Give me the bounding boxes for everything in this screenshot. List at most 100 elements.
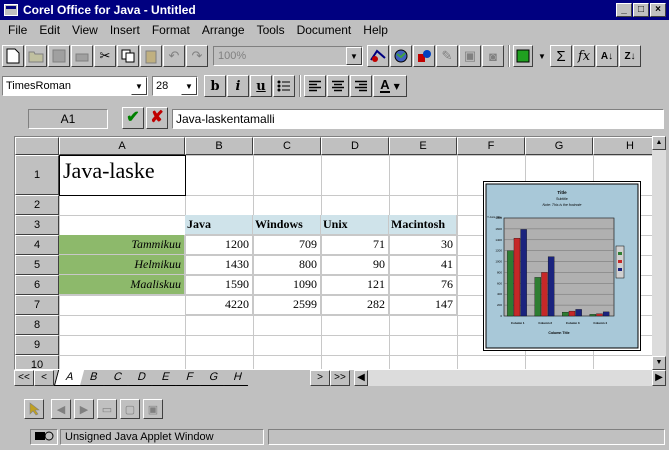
copy-icon[interactable] bbox=[117, 45, 139, 67]
cell-c5[interactable]: 800 bbox=[253, 255, 321, 275]
bullet-list-icon[interactable] bbox=[273, 75, 295, 97]
spreadsheet-grid[interactable]: A B C D E F G H 1 2 3 4 5 6 7 8 9 10 Jav… bbox=[14, 136, 666, 370]
minimize-button[interactable]: _ bbox=[616, 3, 632, 17]
globe-icon[interactable] bbox=[390, 45, 412, 67]
cell-d4[interactable]: 71 bbox=[321, 235, 389, 255]
cell-d7[interactable]: 282 bbox=[321, 295, 389, 315]
bold-button[interactable]: b bbox=[204, 75, 226, 97]
sheet-tab-a[interactable]: A bbox=[53, 370, 85, 386]
zoom-select[interactable]: 100% ▼ bbox=[213, 46, 363, 66]
row-header-7[interactable]: 7 bbox=[15, 295, 59, 315]
cell-b3[interactable]: Java bbox=[185, 215, 253, 235]
row-header-10[interactable]: 10 bbox=[15, 355, 59, 369]
sort-ascending-icon[interactable]: A↓ bbox=[596, 45, 618, 67]
last-sheet-button[interactable]: >> bbox=[330, 370, 350, 386]
chart-tool-icon[interactable] bbox=[367, 45, 389, 67]
scroll-down-button[interactable]: ▼ bbox=[652, 356, 666, 370]
previous-page-icon[interactable]: ◀ bbox=[51, 399, 71, 419]
cancel-x-icon[interactable]: ✘ bbox=[146, 107, 168, 129]
menu-view[interactable]: View bbox=[66, 23, 104, 37]
cut-icon[interactable]: ✂ bbox=[94, 45, 116, 67]
font-size-select[interactable]: 28 ▼ bbox=[152, 76, 198, 96]
font-family-select[interactable]: TimesRoman ▼ bbox=[2, 76, 148, 96]
horizontal-scrollbar[interactable] bbox=[368, 370, 652, 386]
menu-file[interactable]: File bbox=[2, 23, 33, 37]
menu-tools[interactable]: Tools bbox=[251, 23, 291, 37]
next-sheet-button[interactable]: > bbox=[310, 370, 330, 386]
align-right-icon[interactable] bbox=[350, 75, 372, 97]
save-disk-icon[interactable] bbox=[48, 45, 70, 67]
app-icon[interactable] bbox=[4, 4, 18, 16]
cell-c7[interactable]: 2599 bbox=[253, 295, 321, 315]
cell-d6[interactable]: 121 bbox=[321, 275, 389, 295]
print-icon[interactable] bbox=[71, 45, 93, 67]
cell-c4[interactable]: 709 bbox=[253, 235, 321, 255]
select-all-corner[interactable] bbox=[15, 137, 59, 155]
cell-e4[interactable]: 30 bbox=[389, 235, 457, 255]
chevron-down-icon[interactable]: ▼ bbox=[131, 77, 147, 95]
paste-icon[interactable] bbox=[140, 45, 162, 67]
underline-button[interactable]: u bbox=[250, 75, 272, 97]
cell-c3[interactable]: Windows bbox=[253, 215, 321, 235]
cell-d5[interactable]: 90 bbox=[321, 255, 389, 275]
menu-insert[interactable]: Insert bbox=[104, 23, 146, 37]
menu-document[interactable]: Document bbox=[291, 23, 358, 37]
brush-icon[interactable]: ✎ bbox=[436, 45, 458, 67]
undo-icon[interactable]: ↶ bbox=[163, 45, 185, 67]
cell-reference[interactable]: A1 bbox=[28, 109, 108, 129]
redo-icon[interactable]: ↷ bbox=[186, 45, 208, 67]
row-header-4[interactable]: 4 bbox=[15, 235, 59, 255]
cell-e7[interactable]: 147 bbox=[389, 295, 457, 315]
cell-e6[interactable]: 76 bbox=[389, 275, 457, 295]
cell-b7[interactable]: 4220 bbox=[185, 295, 253, 315]
column-header-c[interactable]: C bbox=[253, 137, 321, 155]
align-left-icon[interactable] bbox=[304, 75, 326, 97]
object-icon[interactable]: ◙ bbox=[482, 45, 504, 67]
hscroll-right-button[interactable]: ▶ bbox=[652, 370, 666, 386]
function-icon[interactable]: fx bbox=[573, 45, 595, 67]
cell-b6[interactable]: 1590 bbox=[185, 275, 253, 295]
fill-color-icon[interactable] bbox=[513, 45, 533, 67]
menu-edit[interactable]: Edit bbox=[33, 23, 66, 37]
menu-arrange[interactable]: Arrange bbox=[196, 23, 251, 37]
cell-e3[interactable]: Macintosh bbox=[389, 215, 457, 235]
cell-b4[interactable]: 1200 bbox=[185, 235, 253, 255]
cell-a4[interactable]: Tammikuu bbox=[59, 235, 185, 255]
vertical-scrollbar[interactable]: ▲ ▼ bbox=[652, 136, 666, 370]
column-header-f[interactable]: F bbox=[457, 137, 525, 155]
formula-input[interactable]: Java-laskentamalli bbox=[172, 109, 664, 129]
row-header-1[interactable]: 1 bbox=[15, 155, 59, 195]
scroll-up-button[interactable]: ▲ bbox=[652, 136, 666, 150]
check-icon[interactable]: ✔ bbox=[122, 107, 144, 129]
chevron-down-icon[interactable]: ▼ bbox=[181, 77, 197, 95]
cell-a6[interactable]: Maaliskuu bbox=[59, 275, 185, 295]
cell-e5[interactable]: 41 bbox=[389, 255, 457, 275]
sum-icon[interactable]: Σ bbox=[550, 45, 572, 67]
align-center-icon[interactable] bbox=[327, 75, 349, 97]
row-header-9[interactable]: 9 bbox=[15, 335, 59, 355]
column-header-e[interactable]: E bbox=[389, 137, 457, 155]
menu-help[interactable]: Help bbox=[357, 23, 394, 37]
row-header-8[interactable]: 8 bbox=[15, 315, 59, 335]
prev-sheet-button[interactable]: < bbox=[34, 370, 54, 386]
row-header-5[interactable]: 5 bbox=[15, 255, 59, 275]
draft-view-icon[interactable]: ▣ bbox=[143, 399, 163, 419]
row-header-2[interactable]: 2 bbox=[15, 195, 59, 215]
column-header-a[interactable]: A bbox=[59, 137, 185, 155]
row-header-3[interactable]: 3 bbox=[15, 215, 59, 235]
cell-b5[interactable]: 1430 bbox=[185, 255, 253, 275]
embedded-chart[interactable]: Title Subtitle Note: This is the footnot… bbox=[483, 181, 641, 351]
page-view-icon[interactable]: ▭ bbox=[97, 399, 117, 419]
sort-descending-icon[interactable]: Z↓ bbox=[619, 45, 641, 67]
fill-color-dropdown[interactable]: ▼ bbox=[534, 45, 550, 67]
next-page-icon[interactable]: ▶ bbox=[74, 399, 94, 419]
menu-format[interactable]: Format bbox=[146, 23, 196, 37]
cell-a5[interactable]: Helmikuu bbox=[59, 255, 185, 275]
column-header-g[interactable]: G bbox=[525, 137, 593, 155]
column-header-b[interactable]: B bbox=[185, 137, 253, 155]
open-folder-icon[interactable] bbox=[25, 45, 47, 67]
image-icon[interactable]: ▣ bbox=[459, 45, 481, 67]
hscroll-left-button[interactable]: ◀ bbox=[354, 370, 368, 386]
chevron-down-icon[interactable]: ▼ bbox=[346, 47, 362, 65]
close-button[interactable]: × bbox=[650, 3, 666, 17]
